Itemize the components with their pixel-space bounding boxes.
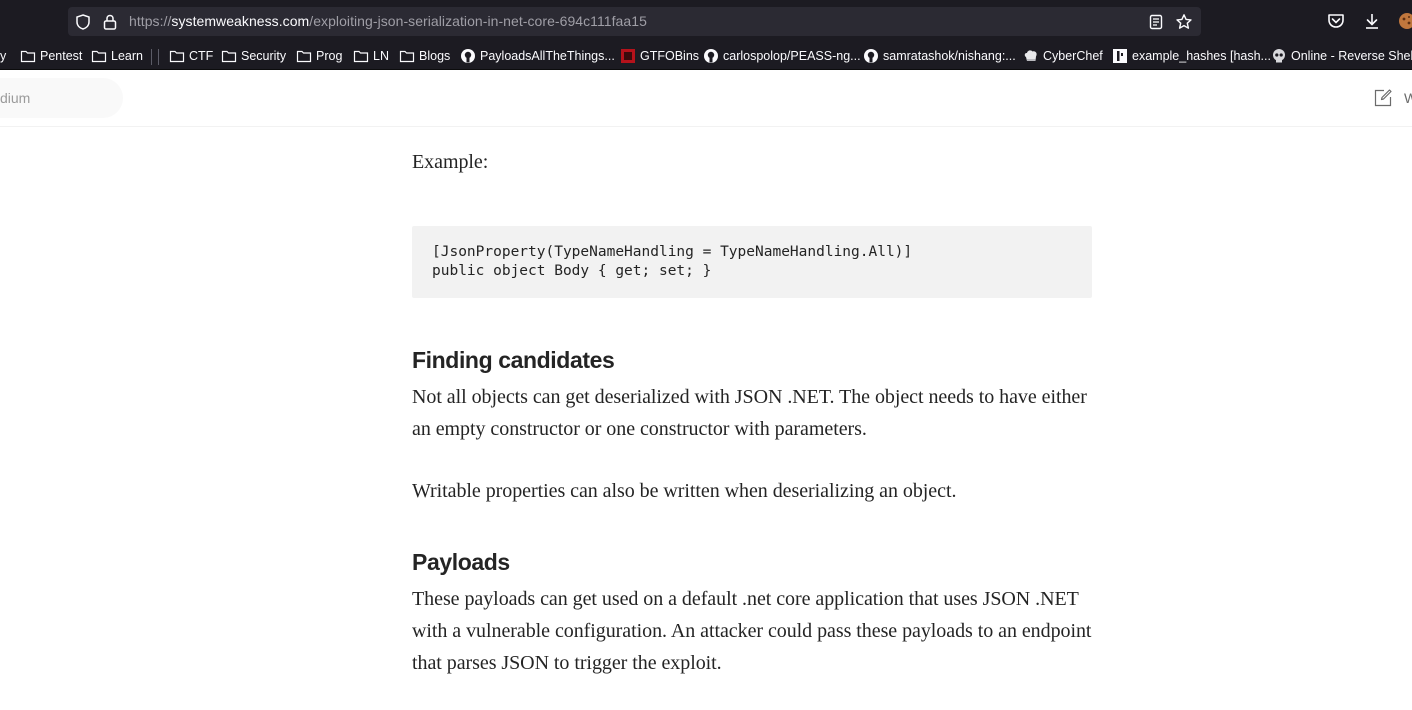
search-input[interactable]: dium bbox=[0, 78, 123, 118]
code-line: [JsonProperty(TypeNameHandling = TypeNam… bbox=[432, 244, 913, 260]
site-header: dium W bbox=[0, 70, 1412, 127]
folder-icon bbox=[399, 50, 415, 63]
folder-icon bbox=[353, 50, 369, 63]
bookmark-folder-prog[interactable]: Prog bbox=[296, 47, 342, 65]
write-label: W bbox=[1404, 90, 1412, 106]
folder-icon bbox=[169, 50, 185, 63]
bookmark-cyberchef[interactable]: CyberChef bbox=[1023, 47, 1103, 65]
bookmark-label: example_hashes [hash... bbox=[1132, 49, 1271, 63]
url-host: systemweakness.com bbox=[171, 13, 310, 29]
article-body: Example: [JsonProperty(TypeNameHandling … bbox=[412, 127, 1092, 679]
address-bar[interactable]: https://systemweakness.com/exploiting-js… bbox=[68, 7, 1201, 36]
bookmark-separator bbox=[151, 49, 152, 65]
code-block: [JsonProperty(TypeNameHandling = TypeNam… bbox=[412, 226, 1092, 298]
bookmark-label: Online - Reverse Shell ... bbox=[1291, 49, 1412, 63]
bookmark-label: CyberChef bbox=[1043, 49, 1103, 63]
cookie-extension-icon[interactable] bbox=[1397, 11, 1412, 31]
bookmark-star-icon[interactable] bbox=[1175, 13, 1193, 31]
bookmarks-toolbar: y Pentest Learn CTF Security Prog LN Blo… bbox=[0, 42, 1412, 70]
lock-icon[interactable] bbox=[101, 13, 119, 31]
bookmark-folder-security[interactable]: Security bbox=[221, 47, 286, 65]
heading-payloads: Payloads bbox=[412, 549, 510, 575]
bookmark-reverse-shell[interactable]: Online - Reverse Shell ... bbox=[1271, 47, 1412, 65]
chef-hat-icon bbox=[1024, 50, 1037, 61]
skull-icon bbox=[1273, 49, 1285, 63]
bookmark-folder-ln[interactable]: LN bbox=[353, 47, 389, 65]
gtfobins-icon bbox=[621, 49, 635, 63]
browser-toolbar: https://systemweakness.com/exploiting-js… bbox=[0, 0, 1412, 42]
url-text[interactable]: https://systemweakness.com/exploiting-js… bbox=[129, 13, 647, 29]
bookmark-label: Learn bbox=[111, 49, 143, 63]
github-icon bbox=[461, 49, 475, 63]
bookmark-folder-y[interactable]: y bbox=[0, 47, 6, 65]
bookmark-label: samratashok/nishang:... bbox=[883, 49, 1016, 63]
write-button[interactable]: W bbox=[1373, 87, 1412, 109]
bookmark-folder-pentest[interactable]: Pentest bbox=[20, 47, 82, 65]
folder-icon bbox=[296, 50, 312, 63]
bookmark-label: carlospolop/PEASS-ng... bbox=[723, 49, 861, 63]
pocket-icon[interactable] bbox=[1326, 11, 1346, 31]
url-path: /exploiting-json-serialization-in-net-co… bbox=[309, 13, 647, 29]
bookmark-example-hashes[interactable]: example_hashes [hash... bbox=[1112, 47, 1271, 65]
bookmark-label: Blogs bbox=[419, 49, 451, 63]
paragraph-finding-2: Writable properties can also be written … bbox=[412, 480, 957, 502]
bookmark-label: LN bbox=[373, 49, 389, 63]
tracking-shield-icon[interactable] bbox=[74, 13, 92, 31]
bookmark-label: y bbox=[0, 49, 7, 63]
bookmark-label: CTF bbox=[189, 49, 214, 63]
bookmark-folder-learn[interactable]: Learn bbox=[91, 47, 143, 65]
url-scheme: https:// bbox=[129, 13, 172, 29]
paragraph-finding-1: Not all objects can get deserialized wit… bbox=[412, 386, 1087, 440]
bookmark-label: Security bbox=[241, 49, 287, 63]
bookmark-peass-ng[interactable]: carlospolop/PEASS-ng... bbox=[703, 47, 861, 65]
bookmark-gtfobins[interactable]: GTFOBins bbox=[620, 47, 699, 65]
bookmark-payloadsallthethings[interactable]: PayloadsAllTheThings... bbox=[460, 47, 615, 65]
folder-icon bbox=[91, 50, 107, 63]
write-icon bbox=[1374, 89, 1392, 107]
bookmark-label: Prog bbox=[316, 49, 343, 63]
paragraph-payloads: These payloads can get used on a default… bbox=[412, 588, 1092, 674]
folder-icon bbox=[20, 50, 36, 63]
hashcat-icon bbox=[1113, 49, 1127, 63]
bookmark-folder-ctf[interactable]: CTF bbox=[169, 47, 213, 65]
example-label: Example: bbox=[412, 151, 489, 173]
heading-finding-candidates: Finding candidates bbox=[412, 347, 615, 373]
bookmark-label: PayloadsAllTheThings... bbox=[480, 49, 615, 63]
github-icon bbox=[704, 49, 718, 63]
search-placeholder: dium bbox=[0, 90, 31, 106]
bookmark-label: Pentest bbox=[40, 49, 83, 63]
github-icon bbox=[864, 49, 878, 63]
folder-icon bbox=[221, 50, 237, 63]
bookmark-separator bbox=[158, 49, 159, 65]
downloads-icon[interactable] bbox=[1362, 11, 1382, 31]
bookmark-nishang[interactable]: samratashok/nishang:... bbox=[863, 47, 1016, 65]
code-line: public object Body { get; set; } bbox=[432, 263, 712, 279]
bookmark-folder-blogs[interactable]: Blogs bbox=[399, 47, 450, 65]
bookmark-label: GTFOBins bbox=[640, 49, 700, 63]
reader-view-icon[interactable] bbox=[1147, 13, 1165, 31]
